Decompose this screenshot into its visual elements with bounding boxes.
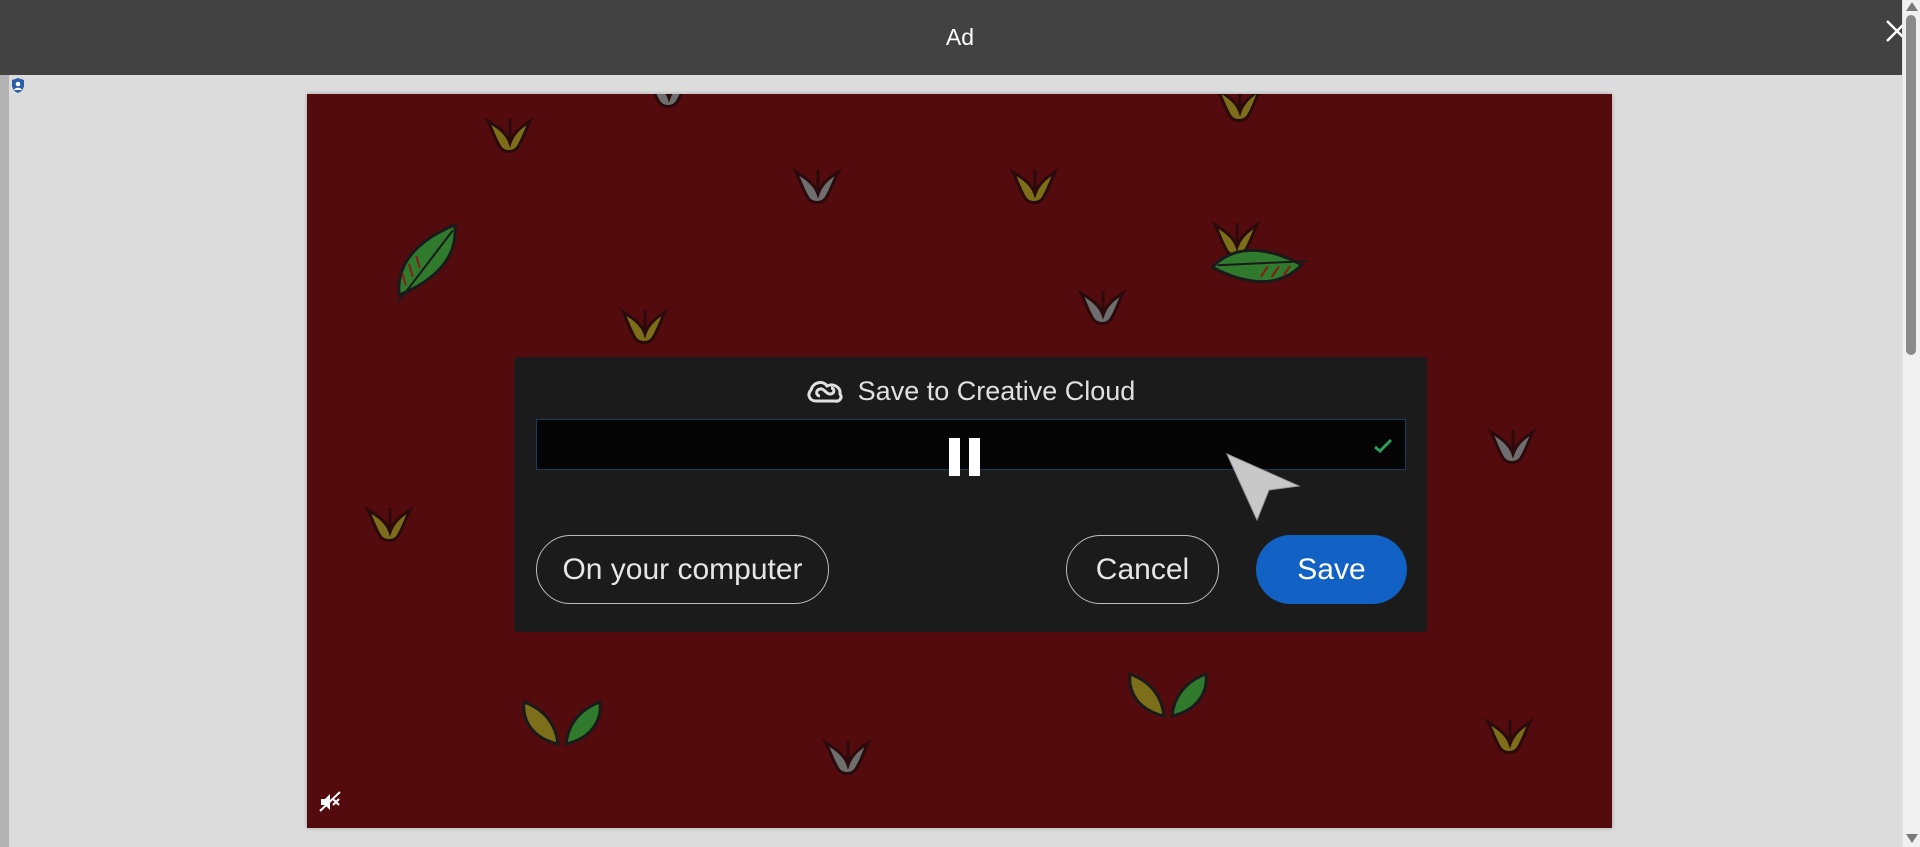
scroll-down-arrow-icon[interactable] <box>1906 834 1918 843</box>
on-your-computer-button[interactable]: On your computer <box>536 535 829 604</box>
checkmark-icon <box>1374 438 1393 454</box>
dialog-header: Save to Creative Cloud <box>514 371 1427 411</box>
ad-label: Ad <box>945 24 975 50</box>
cursor-arrow-icon <box>1226 453 1301 522</box>
left-edge-strip <box>0 75 9 847</box>
mute-icon[interactable] <box>319 791 341 813</box>
scrollbar-thumb[interactable] <box>1906 15 1916 355</box>
scroll-up-arrow-icon[interactable] <box>1906 2 1918 11</box>
save-button[interactable]: Save <box>1256 535 1407 604</box>
creative-cloud-icon <box>807 381 843 403</box>
pause-icon[interactable] <box>949 438 981 476</box>
ad-header-bar: Ad <box>0 0 1920 75</box>
dialog-title: Save to Creative Cloud <box>857 375 1136 406</box>
privacy-badge-icon[interactable] <box>10 77 26 94</box>
ad-video-frame[interactable]: Save to Creative Cloud On your computer … <box>307 94 1612 828</box>
cancel-button[interactable]: Cancel <box>1066 535 1219 604</box>
vertical-scrollbar[interactable] <box>1902 0 1920 847</box>
